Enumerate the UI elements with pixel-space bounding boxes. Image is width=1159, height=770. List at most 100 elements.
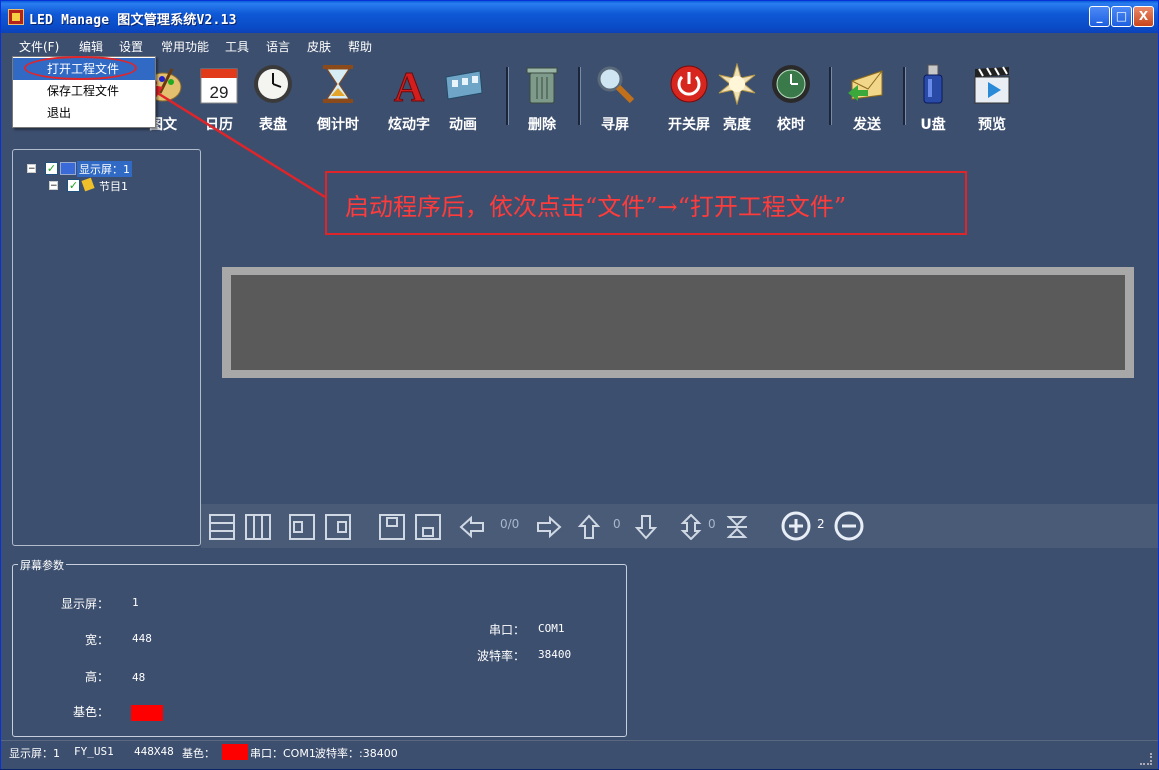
tree-checkbox[interactable]: ✓ (45, 162, 58, 175)
tool-calendar-button[interactable]: 29 日历 (189, 61, 249, 137)
tool-clock-button[interactable]: 表盘 (243, 61, 303, 137)
tool-label: 倒计时 (317, 117, 359, 133)
tool-animated-text-button[interactable]: A 炫动字 (379, 61, 439, 137)
menu-common-functions[interactable]: 常用功能 (161, 38, 209, 55)
power-icon (670, 65, 708, 103)
screen-params-title: 屏幕参数 (18, 557, 66, 573)
base-color-label: 基色： (72, 705, 109, 719)
resize-grip-icon[interactable] (1140, 753, 1152, 765)
baud-label: 波特率： (476, 649, 525, 663)
window-title: LED Manage 图文管理系统V2.13 (29, 13, 237, 28)
screen-params-group: 屏幕参数 显示屏： 1 宽： 448 高： 48 基色： 串口： COM1 波特… (12, 557, 627, 737)
split-horizontal-icon[interactable] (209, 514, 235, 540)
tree-node-label: 节目1 (99, 180, 128, 193)
program-tree-panel: − ✓ 显示屏：1 − ✓ 节目1 (12, 149, 201, 546)
letter-a-icon: A (393, 65, 425, 106)
status-base-color-swatch (222, 744, 248, 760)
sun-icon (718, 63, 756, 105)
display-label: 显示屏： (60, 597, 109, 611)
height-label: 高： (84, 670, 109, 684)
magnifier-icon (597, 66, 635, 104)
tool-label: 校时 (777, 117, 805, 133)
tree-node-label: 显示屏：1 (77, 161, 132, 177)
align-left-box-icon[interactable] (289, 514, 315, 540)
zoom-out-icon[interactable] (834, 511, 864, 541)
align-right-box-icon[interactable] (325, 514, 351, 540)
minimize-button[interactable]: _ (1089, 6, 1110, 27)
zoom-value: 2 (817, 517, 825, 531)
arrow-down-icon[interactable] (633, 514, 659, 540)
tree-collapse-toggle[interactable]: − (49, 181, 58, 191)
display-value: 1 (132, 596, 139, 609)
toolbar-separator (506, 67, 509, 125)
tree-node-program[interactable]: − ✓ 节目1 (49, 177, 199, 194)
menu-settings[interactable]: 设置 (119, 38, 143, 55)
highlight-ellipse (24, 56, 137, 80)
port-label: 串口： (488, 623, 525, 637)
tree-checkbox[interactable]: ✓ (67, 179, 80, 192)
arrow-up-icon[interactable] (576, 514, 602, 540)
tool-label: 发送 (853, 117, 881, 133)
menu-skin[interactable]: 皮肤 (307, 38, 331, 55)
menu-bar: 文件(F) 编辑 设置 常用功能 工具 语言 皮肤 帮助 (1, 33, 1158, 57)
tool-label: 炫动字 (388, 117, 430, 133)
compress-vertical-icon[interactable] (724, 514, 750, 540)
split-vertical-icon[interactable] (245, 514, 271, 540)
expand-vertical-icon[interactable] (678, 514, 704, 540)
instruction-text: 启动程序后，依次点击“文件”→“打开工程文件” (345, 193, 847, 221)
program-note-icon (81, 177, 95, 192)
tool-label: 预览 (978, 117, 1006, 133)
status-bar: 显示屏：1 FY_US1 448X48 基色： 串口：COM1 波特率：:384… (1, 740, 1158, 769)
letter-a-glyph: A (394, 65, 425, 105)
menu-tools[interactable]: 工具 (225, 38, 249, 55)
move-value-2: 0 (708, 517, 716, 531)
menu-edit[interactable]: 编辑 (79, 38, 103, 55)
tool-label: 表盘 (259, 117, 287, 133)
menu-save-project[interactable]: 保存工程文件 (13, 80, 155, 102)
arrow-right-icon[interactable] (536, 514, 562, 540)
app-window: LED Manage 图文管理系统V2.13 _ □ X 文件(F) 编辑 设置… (0, 0, 1159, 769)
page-counter: 0/0 (500, 517, 520, 531)
clapperboard-icon (974, 66, 1010, 104)
status-base-color-label: 基色： (182, 747, 215, 760)
status-baud: 波特率：:38400 (315, 747, 398, 760)
tool-label: 日历 (205, 117, 233, 133)
menu-help[interactable]: 帮助 (348, 38, 372, 55)
tool-label: U盘 (920, 117, 946, 133)
maximize-button[interactable]: □ (1111, 6, 1132, 27)
tool-time-sync-button[interactable]: 校时 (761, 61, 821, 137)
menu-exit[interactable]: 退出 (13, 102, 155, 124)
tool-preview-button[interactable]: 预览 (962, 61, 1022, 137)
move-value: 0 (613, 517, 621, 531)
tool-animation-button[interactable]: 动画 (433, 61, 493, 137)
width-label: 宽： (84, 633, 109, 647)
close-button[interactable]: X (1133, 6, 1154, 27)
tree-collapse-toggle[interactable]: − (27, 164, 36, 174)
tool-label: 亮度 (723, 117, 751, 133)
menu-file[interactable]: 文件(F) (19, 38, 59, 55)
send-mail-icon (848, 70, 883, 101)
instruction-callout: 启动程序后，依次点击“文件”→“打开工程文件” (325, 171, 967, 235)
usb-drive-icon (923, 64, 943, 104)
tool-usb-button[interactable]: U盘 (903, 61, 963, 137)
align-top-box-icon[interactable] (379, 514, 405, 540)
base-color-swatch (131, 705, 163, 721)
menu-language[interactable]: 语言 (266, 38, 290, 55)
tool-countdown-button[interactable]: 倒计时 (308, 61, 368, 137)
tool-find-screen-button[interactable]: 寻屏 (585, 61, 645, 137)
calendar-icon: 29 (200, 68, 238, 104)
baud-value: 38400 (538, 648, 572, 661)
status-port: 串口：COM1 (250, 747, 316, 760)
tool-delete-button[interactable]: 删除 (512, 61, 572, 137)
title-bar[interactable]: LED Manage 图文管理系统V2.13 _ □ X (1, 1, 1158, 33)
port-value: COM1 (538, 622, 565, 635)
arrow-left-icon[interactable] (459, 514, 485, 540)
toolbar-separator (578, 67, 581, 125)
tree-node-display-screen[interactable]: − ✓ 显示屏：1 (27, 161, 197, 177)
status-model: FY_US1 (74, 745, 114, 758)
tool-send-button[interactable]: 发送 (837, 61, 897, 137)
led-screen-preview[interactable] (222, 267, 1134, 378)
align-bottom-box-icon[interactable] (415, 514, 441, 540)
tool-brightness-button[interactable]: 亮度 (707, 61, 767, 137)
zoom-in-icon[interactable] (781, 511, 811, 541)
